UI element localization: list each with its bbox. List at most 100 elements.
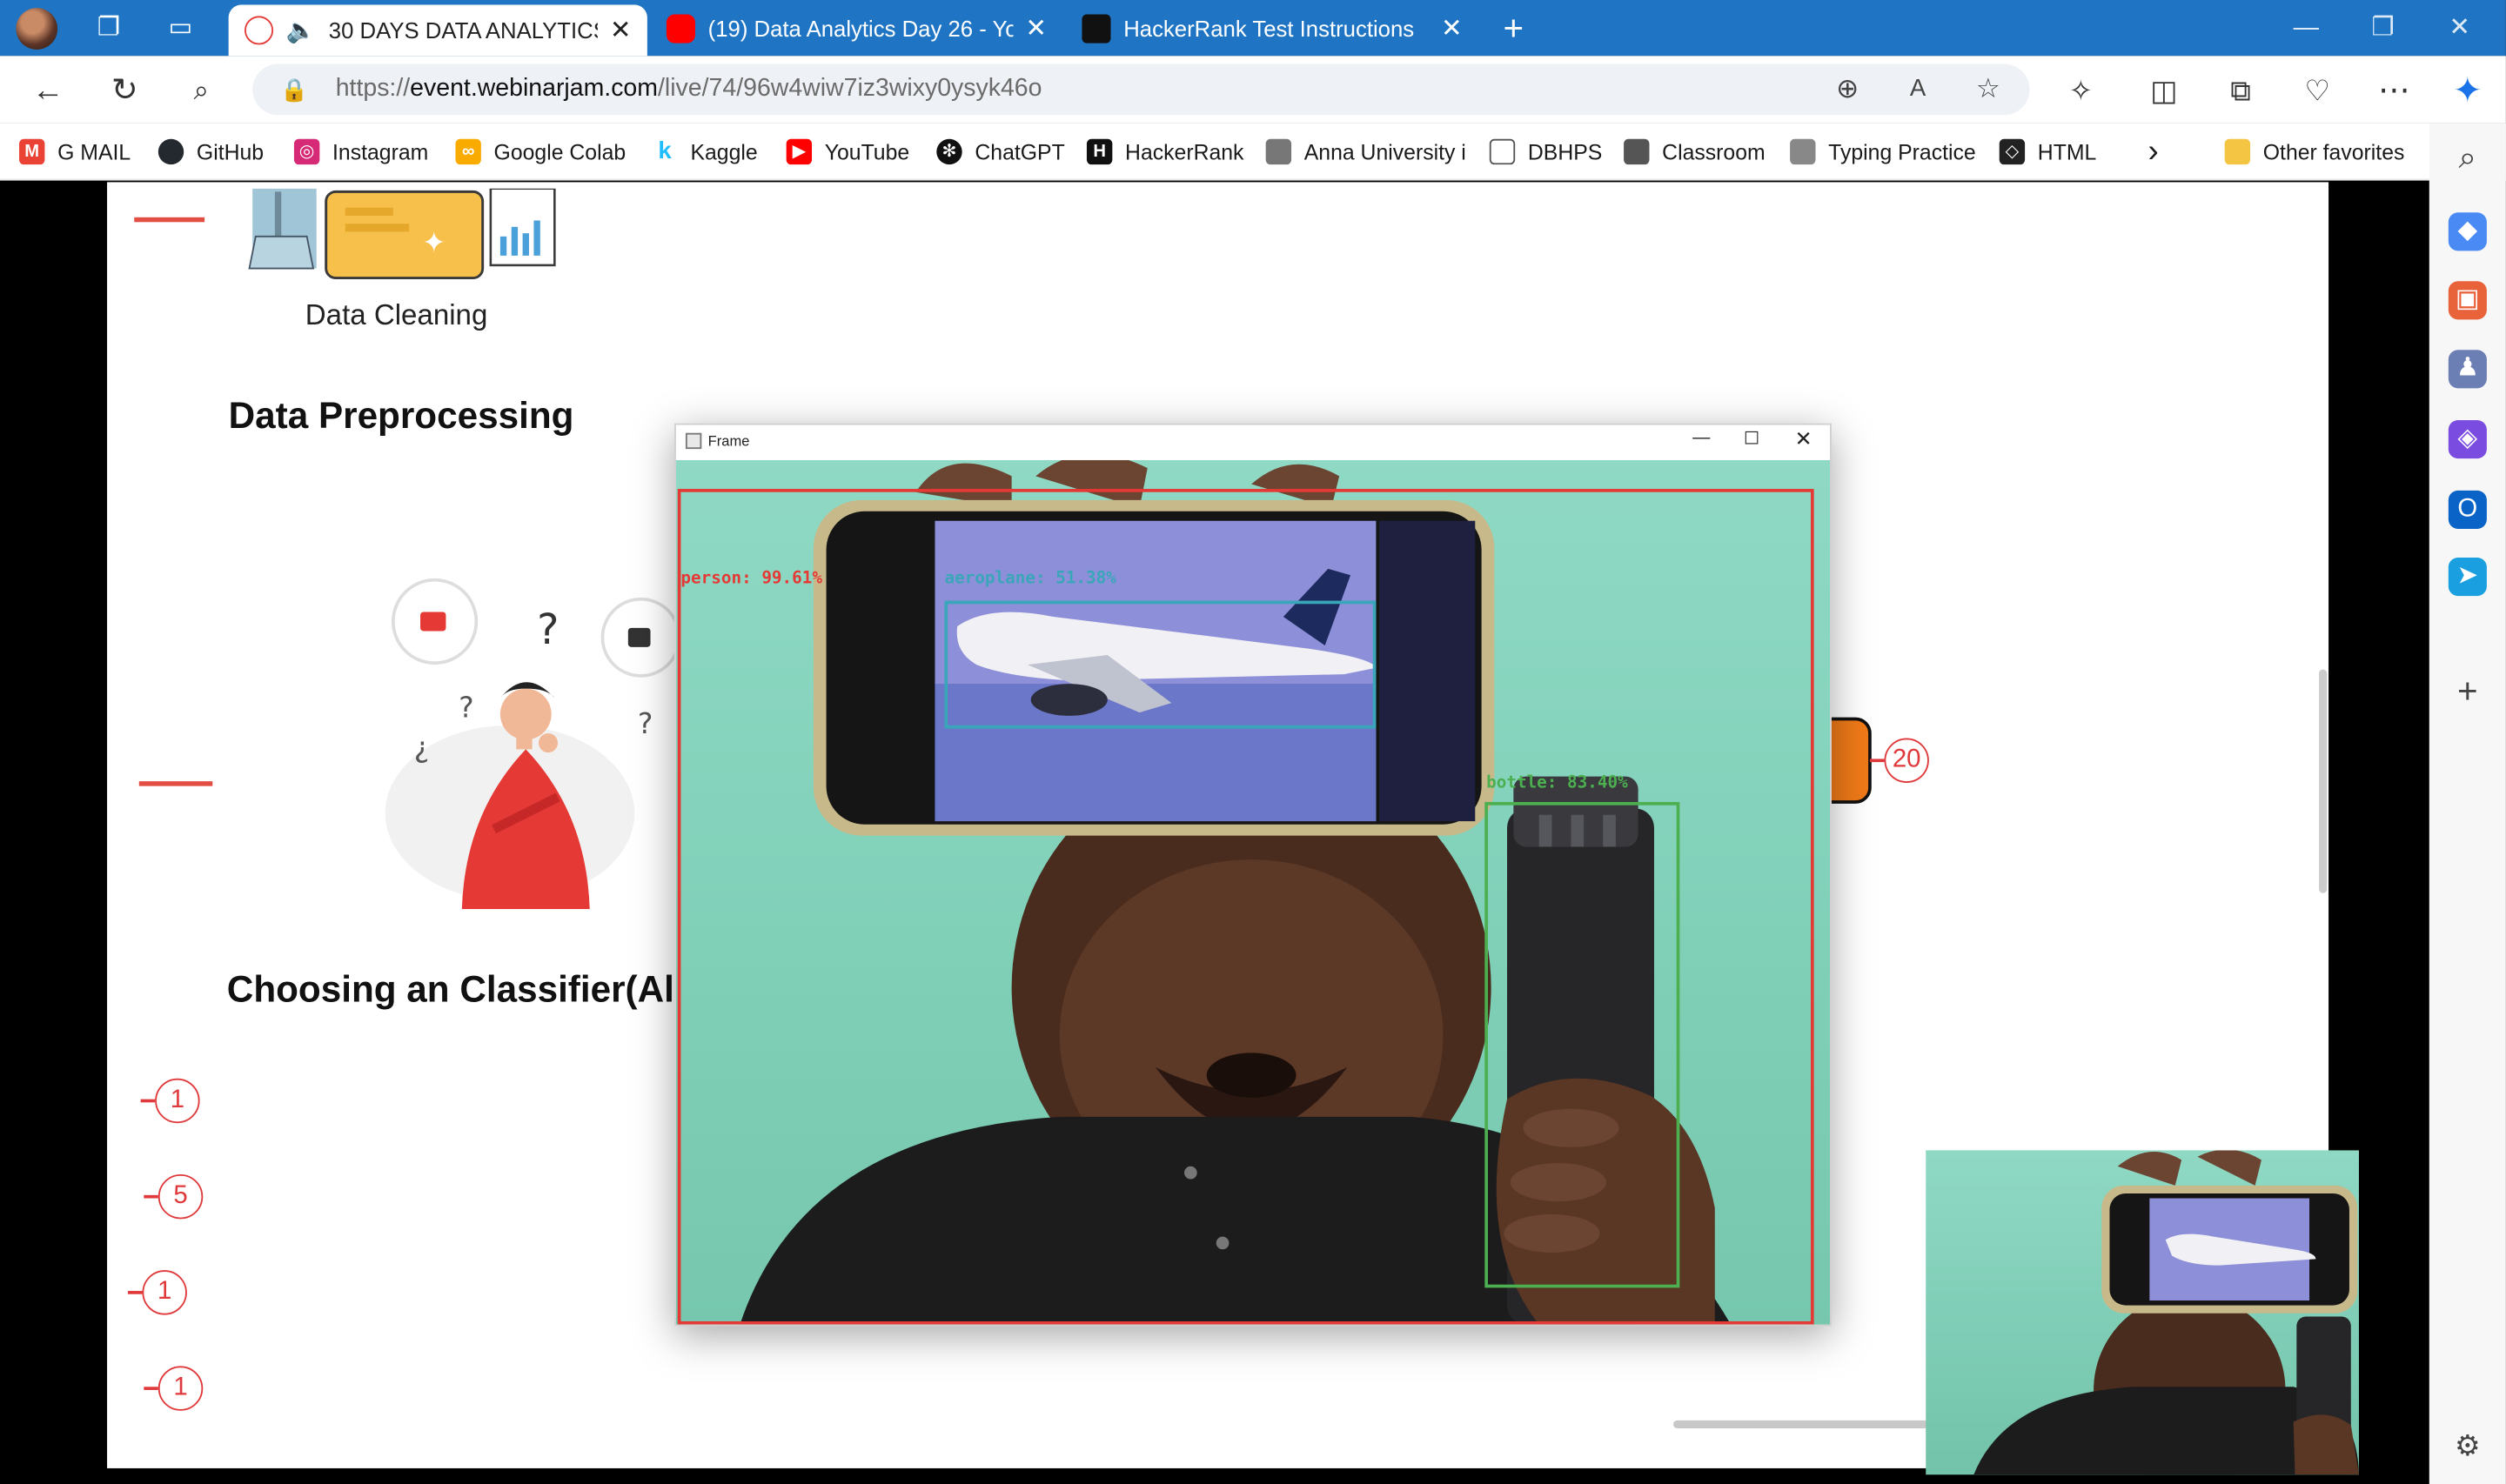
frame-close-button[interactable]: ✕ [1795, 426, 1812, 451]
frame-maximize-button[interactable]: ☐ [1744, 428, 1759, 449]
folder-icon [2224, 138, 2251, 165]
choosing-classifier-heading: Choosing an Classifier(Al [226, 968, 674, 1010]
outlook-icon[interactable]: O [2448, 490, 2487, 529]
shopping-tag-icon[interactable]: ◆ [2448, 212, 2487, 251]
new-tab-button[interactable]: + [1494, 9, 1532, 48]
copilot-icon[interactable]: ✦ [2445, 69, 2489, 113]
search-icon[interactable]: ⌕ [179, 69, 224, 113]
svg-text:¿: ¿ [414, 731, 430, 765]
data-cleaning-caption: Data Cleaning [305, 298, 488, 331]
extensions-icon[interactable]: ✧ [2059, 69, 2103, 113]
more-favorites-chevron-icon[interactable]: › [2148, 133, 2159, 169]
badge-count[interactable]: 1 [127, 1270, 187, 1315]
close-window-button[interactable]: ✕ [2422, 0, 2496, 56]
badge-count[interactable]: 1 [140, 1078, 200, 1124]
data-cleaning-illustration-icon: ✦ [248, 188, 556, 280]
fav-gmail[interactable]: MG MAIL [19, 134, 131, 169]
hackerrank-favicon-icon [1082, 13, 1111, 43]
read-aloud-icon[interactable]: A [1899, 70, 1937, 109]
fav-other-favorites[interactable]: Other favorites [2224, 134, 2404, 169]
frame-window[interactable]: Frame — ☐ ✕ person: 99.61% aeroplane: 51… [674, 423, 1832, 1327]
telegram-icon[interactable]: ➤ [2448, 558, 2487, 597]
github-icon [157, 138, 184, 165]
fav-instagram[interactable]: ◎ Instagram [293, 134, 428, 169]
tab-youtube[interactable]: (19) Data Analytics Day 26 - YouTube ✕ [651, 3, 1063, 53]
close-tab-icon[interactable]: ✕ [610, 15, 632, 47]
tab-title: 30 DAYS DATA ANALYTICS M [328, 17, 598, 43]
collections-icon[interactable]: ⧉ [2218, 69, 2262, 113]
copilot-sidebar-icon[interactable]: ◈ [2448, 420, 2487, 459]
tab-webinar[interactable]: 🔈 30 DAYS DATA ANALYTICS M ✕ [228, 4, 647, 57]
vertical-scrollbar[interactable] [2319, 669, 2328, 893]
tab-actions-icon[interactable]: ▭ [162, 10, 200, 48]
frame-app-icon [685, 432, 702, 450]
youtube-favicon-icon [666, 13, 695, 43]
gmail-icon: M [19, 138, 45, 165]
more-menu-icon[interactable]: ⋯ [2372, 69, 2416, 113]
presenter-video-thumbnail[interactable] [1926, 1150, 2359, 1475]
back-arrow-icon[interactable]: ← [25, 69, 70, 113]
tab-hackerrank[interactable]: HackerRank Test Instructions ✕ [1066, 3, 1478, 53]
svg-text:?: ? [537, 606, 559, 654]
colab-icon: ∞ [455, 138, 481, 165]
refresh-icon[interactable]: ↻ [103, 69, 147, 113]
tab-title: (19) Data Analytics Day 26 - YouTube [707, 15, 1013, 41]
tools-briefcase-icon[interactable]: ▣ [2448, 281, 2487, 320]
address-bar[interactable]: 🔒 https://event.webinarjam.com/live/74/9… [252, 64, 2030, 116]
orange-node[interactable] [1826, 717, 1872, 804]
profile-avatar[interactable] [16, 8, 58, 50]
frame-minimize-button[interactable]: — [1692, 428, 1710, 447]
fav-html[interactable]: ◇ HTML [1999, 134, 2096, 169]
minimize-button[interactable]: — [2269, 0, 2342, 56]
sidebar-settings-gear-icon[interactable]: ⚙ [2449, 1427, 2487, 1465]
fav-github[interactable]: GitHub [157, 134, 264, 169]
fav-youtube[interactable]: ▶ YouTube [786, 134, 909, 169]
hackerrank-icon: H [1086, 138, 1113, 165]
workspaces-icon[interactable]: ❐ [90, 10, 128, 48]
close-tab-icon[interactable]: ✕ [1441, 12, 1463, 44]
typing-practice-icon [1790, 138, 1816, 165]
favorite-star-icon[interactable]: ☆ [1969, 70, 2007, 109]
fav-chatgpt[interactable]: ✻ ChatGPT [936, 134, 1065, 169]
frame-title: Frame [707, 432, 750, 450]
presenter-video-scene [1973, 1150, 2359, 1475]
fav-typing-practice[interactable]: Typing Practice [1790, 134, 1976, 169]
badge-count[interactable]: 5 [144, 1173, 204, 1220]
close-tab-icon[interactable]: ✕ [1025, 12, 1047, 44]
person-detection-label: person: 99.61% [680, 568, 823, 588]
badge-count[interactable]: 1 [144, 1366, 204, 1411]
frame-titlebar[interactable]: Frame — ☐ ✕ [675, 424, 1831, 460]
restore-button[interactable]: ❐ [2346, 0, 2419, 56]
lock-icon[interactable]: 🔒 [275, 70, 313, 109]
kaggle-icon: k [658, 137, 672, 165]
aeroplane-detection-label: aeroplane: 51.38% [944, 568, 1116, 588]
classroom-icon [1624, 138, 1650, 165]
fav-anna-university[interactable]: Anna University i [1265, 134, 1466, 169]
bottle-detection-box [1484, 802, 1680, 1288]
tab-title: HackerRank Test Instructions [1123, 15, 1415, 41]
sidebar-search-icon[interactable]: ⌕ [2449, 139, 2487, 177]
url-text[interactable]: https://event.webinarjam.com/live/74/96w… [336, 64, 1042, 115]
favorites-bar: MG MAIL GitHub ◎ Instagram ∞ Google Colab … [0, 123, 2506, 181]
fav-google-colab[interactable]: ∞ Google Colab [455, 134, 626, 169]
youtube-icon: ▶ [786, 138, 813, 165]
bottle-detection-label: bottle: 83.40% [1486, 772, 1628, 793]
svg-text:?: ? [638, 706, 653, 740]
instagram-icon: ◎ [293, 138, 320, 165]
fav-kaggle[interactable]: k Kaggle [652, 134, 757, 169]
browser-essentials-icon[interactable]: ♡ [2295, 69, 2340, 113]
add-sidebar-app-icon[interactable]: + [2449, 672, 2487, 711]
zoom-icon[interactable]: ⊕ [1828, 70, 1866, 109]
webinar-favicon-icon [245, 16, 274, 45]
badge-count-right[interactable]: 20 [1869, 738, 1929, 783]
svg-text:✦: ✦ [422, 225, 446, 259]
aeroplane-detection-box [944, 600, 1377, 729]
games-icon[interactable]: ♟ [2448, 350, 2487, 389]
fav-classroom[interactable]: Classroom [1624, 134, 1766, 169]
fav-dbhps[interactable]: DBHPS [1489, 134, 1602, 169]
speaker-icon[interactable]: 🔈 [286, 16, 316, 44]
split-screen-icon[interactable]: ◫ [2141, 69, 2186, 113]
fav-hackerrank[interactable]: H HackerRank [1086, 134, 1243, 169]
horizontal-scrollbar[interactable] [1673, 1420, 1929, 1429]
connector-line [138, 781, 213, 786]
